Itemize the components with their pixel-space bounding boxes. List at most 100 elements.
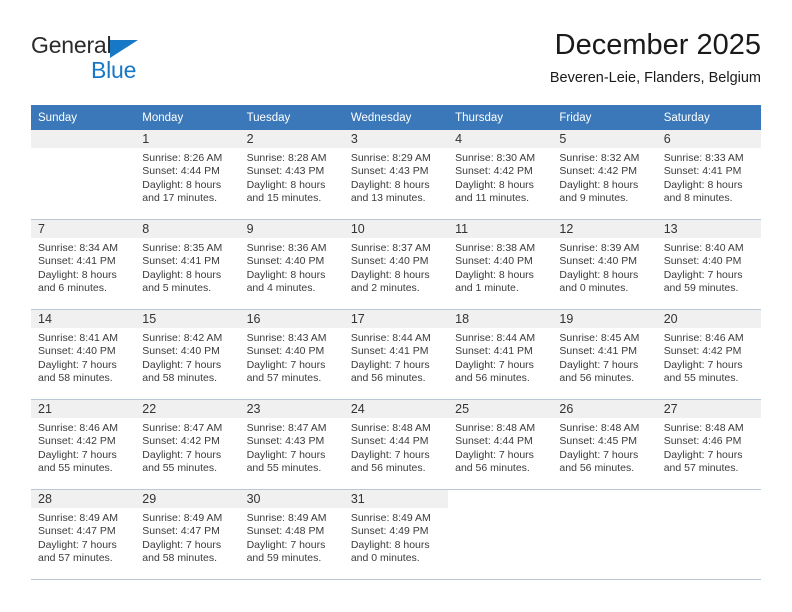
day-sun-info: Sunrise: 8:46 AM Sunset: 4:42 PM Daylight:… (657, 328, 761, 386)
daylight-duration-line2: and 58 minutes. (142, 552, 217, 565)
day-sun-info: Sunrise: 8:40 AM Sunset: 4:40 PM Daylight:… (657, 238, 761, 296)
sunset-time: Sunset: 4:41 PM (38, 255, 116, 268)
calendar-day-cell[interactable] (552, 489, 657, 580)
sunrise-time: Sunrise: 8:26 AM (142, 152, 223, 164)
calendar-day-cell[interactable]: 19 Sunrise: 8:45 AM Sunset: 4:41 PM Dayligh… (552, 309, 657, 400)
calendar-day-cell[interactable]: 18 Sunrise: 8:44 AM Sunset: 4:41 PM Dayligh… (448, 309, 553, 400)
calendar-day-cell[interactable]: 4 Sunrise: 8:30 AM Sunset: 4:42 PM Daylight… (448, 130, 553, 220)
calendar-day-cell[interactable] (656, 489, 761, 580)
calendar-day-cell[interactable]: 8 Sunrise: 8:35 AM Sunset: 4:41 PM Daylight… (135, 219, 240, 310)
calendar-day-cell[interactable]: 15 Sunrise: 8:42 AM Sunset: 4:40 PM Dayligh… (135, 309, 240, 400)
day-cell-inner: 28 Sunrise: 8:49 AM Sunset: 4:47 PM Dayligh… (31, 490, 136, 579)
daylight-duration-line2: and 56 minutes. (455, 372, 530, 385)
day-cell-inner: 1 Sunrise: 8:26 AM Sunset: 4:44 PM Daylight… (135, 130, 240, 219)
generalblue-logo[interactable]: General Blue (31, 28, 211, 86)
calendar-day-cell[interactable]: 26 Sunrise: 8:48 AM Sunset: 4:45 PM Dayligh… (552, 399, 657, 490)
daylight-duration-line1: Daylight: 7 hours (38, 538, 117, 551)
day-sun-info: Sunrise: 8:26 AM Sunset: 4:44 PM Daylight:… (135, 148, 239, 206)
daylight-duration-line2: and 57 minutes. (38, 552, 113, 565)
sunrise-time: Sunrise: 8:42 AM (142, 332, 223, 344)
day-sun-info: Sunrise: 8:45 AM Sunset: 4:41 PM Daylight:… (552, 328, 656, 386)
day-cell-inner: 31 Sunrise: 8:49 AM Sunset: 4:49 PM Dayligh… (343, 490, 449, 579)
calendar-day-cell[interactable]: 27 Sunrise: 8:48 AM Sunset: 4:46 PM Dayligh… (656, 399, 761, 490)
sunset-time: Sunset: 4:41 PM (142, 255, 220, 268)
calendar-day-cell[interactable]: 9 Sunrise: 8:36 AM Sunset: 4:40 PM Daylight… (239, 219, 344, 310)
daylight-duration-line1: Daylight: 7 hours (246, 448, 326, 461)
calendar-day-cell[interactable] (448, 489, 553, 580)
sunset-time: Sunset: 4:42 PM (38, 435, 116, 448)
day-sun-info: Sunrise: 8:44 AM Sunset: 4:41 PM Daylight:… (448, 328, 552, 386)
calendar-day-cell[interactable]: 22 Sunrise: 8:47 AM Sunset: 4:42 PM Dayligh… (135, 399, 240, 490)
calendar-day-cell[interactable]: 11 Sunrise: 8:38 AM Sunset: 4:40 PM Dayligh… (448, 219, 553, 310)
daylight-duration-line2: and 9 minutes. (559, 192, 629, 205)
calendar-day-cell[interactable]: 13 Sunrise: 8:40 AM Sunset: 4:40 PM Dayligh… (656, 219, 761, 310)
sunrise-time: Sunrise: 8:30 AM (455, 152, 536, 164)
page-header: General Blue December 2025 Beveren-Leie,… (31, 28, 761, 98)
page-title: December 2025 (554, 29, 761, 61)
day-number: 25 (448, 400, 553, 418)
calendar-day-cell[interactable]: 23 Sunrise: 8:47 AM Sunset: 4:43 PM Dayligh… (239, 399, 344, 490)
calendar-day-cell[interactable]: 21 Sunrise: 8:46 AM Sunset: 4:42 PM Dayligh… (31, 399, 136, 490)
daylight-duration-line1: Daylight: 8 hours (38, 268, 117, 281)
calendar-day-cell[interactable]: 25 Sunrise: 8:48 AM Sunset: 4:44 PM Dayligh… (448, 399, 553, 490)
calendar-grid: Sunday Monday Tuesday Wednesday Thursday… (31, 105, 761, 580)
calendar-day-cell[interactable]: 1 Sunrise: 8:26 AM Sunset: 4:44 PM Daylight… (135, 130, 240, 220)
daylight-duration-line1: Daylight: 8 hours (559, 268, 639, 281)
calendar-day-cell[interactable]: 16 Sunrise: 8:43 AM Sunset: 4:40 PM Dayligh… (239, 309, 344, 400)
weekday-header-wednesday: Wednesday (343, 105, 449, 130)
daylight-duration-line1: Daylight: 8 hours (246, 178, 326, 191)
day-sun-info: Sunrise: 8:48 AM Sunset: 4:45 PM Daylight:… (552, 418, 656, 476)
day-cell-inner: 10 Sunrise: 8:37 AM Sunset: 4:40 PM Dayligh… (343, 220, 449, 309)
day-cell-inner: 11 Sunrise: 8:38 AM Sunset: 4:40 PM Dayligh… (448, 220, 553, 309)
day-number: 19 (552, 310, 657, 328)
sunrise-time: Sunrise: 8:49 AM (350, 512, 431, 524)
sunrise-time: Sunrise: 8:33 AM (663, 152, 744, 164)
daylight-duration-line2: and 13 minutes. (350, 192, 426, 205)
calendar-day-cell[interactable]: 24 Sunrise: 8:48 AM Sunset: 4:44 PM Dayligh… (343, 399, 449, 490)
day-sun-info (448, 508, 552, 512)
day-sun-info: Sunrise: 8:38 AM Sunset: 4:40 PM Daylight:… (448, 238, 552, 296)
day-cell-inner: 27 Sunrise: 8:48 AM Sunset: 4:46 PM Dayligh… (656, 400, 761, 489)
sunrise-time: Sunrise: 8:48 AM (559, 422, 640, 434)
sunrise-time: Sunrise: 8:44 AM (455, 332, 536, 344)
calendar-day-cell[interactable]: 10 Sunrise: 8:37 AM Sunset: 4:40 PM Dayligh… (343, 219, 449, 310)
day-cell-inner: 20 Sunrise: 8:46 AM Sunset: 4:42 PM Dayligh… (656, 310, 761, 399)
daylight-duration-line1: Daylight: 7 hours (559, 448, 639, 461)
calendar-day-cell[interactable]: 28 Sunrise: 8:49 AM Sunset: 4:47 PM Dayligh… (31, 489, 136, 580)
calendar-body: 1 Sunrise: 8:26 AM Sunset: 4:44 PM Daylight… (31, 130, 761, 580)
day-sun-info: Sunrise: 8:48 AM Sunset: 4:44 PM Daylight:… (344, 418, 448, 476)
day-sun-info: Sunrise: 8:39 AM Sunset: 4:40 PM Daylight:… (552, 238, 656, 296)
calendar-day-cell[interactable]: 12 Sunrise: 8:39 AM Sunset: 4:40 PM Dayligh… (552, 219, 657, 310)
page-subtitle: Beveren-Leie, Flanders, Belgium (549, 70, 761, 86)
calendar-day-cell[interactable]: 7 Sunrise: 8:34 AM Sunset: 4:41 PM Daylight… (31, 219, 136, 310)
calendar-day-cell[interactable]: 20 Sunrise: 8:46 AM Sunset: 4:42 PM Dayligh… (656, 309, 761, 400)
day-sun-info: Sunrise: 8:37 AM Sunset: 4:40 PM Daylight:… (344, 238, 448, 296)
sunset-time: Sunset: 4:43 PM (246, 165, 325, 178)
calendar-day-cell[interactable]: 6 Sunrise: 8:33 AM Sunset: 4:41 PM Daylight… (656, 130, 761, 220)
calendar-day-cell[interactable]: 14 Sunrise: 8:41 AM Sunset: 4:40 PM Dayligh… (31, 309, 136, 400)
calendar-day-cell[interactable]: 30 Sunrise: 8:49 AM Sunset: 4:48 PM Dayligh… (239, 489, 344, 580)
sunset-time: Sunset: 4:40 PM (246, 345, 325, 358)
calendar-day-cell[interactable] (31, 130, 136, 220)
sunset-time: Sunset: 4:43 PM (350, 165, 429, 178)
sunset-time: Sunset: 4:41 PM (559, 345, 638, 358)
daylight-duration-line2: and 56 minutes. (559, 372, 635, 385)
sunrise-time: Sunrise: 8:44 AM (350, 332, 431, 344)
sunrise-time: Sunrise: 8:48 AM (663, 422, 744, 434)
day-cell-inner: 15 Sunrise: 8:42 AM Sunset: 4:40 PM Dayligh… (135, 310, 240, 399)
daylight-duration-line2: and 17 minutes. (142, 192, 217, 205)
calendar-day-cell[interactable]: 31 Sunrise: 8:49 AM Sunset: 4:49 PM Dayligh… (343, 489, 449, 580)
day-sun-info: Sunrise: 8:46 AM Sunset: 4:42 PM Daylight:… (31, 418, 135, 476)
calendar-week-row: 7 Sunrise: 8:34 AM Sunset: 4:41 PM Daylight… (31, 219, 761, 310)
calendar-week-row: 28 Sunrise: 8:49 AM Sunset: 4:47 PM Dayligh… (31, 489, 761, 580)
calendar-day-cell[interactable]: 2 Sunrise: 8:28 AM Sunset: 4:43 PM Daylight… (239, 130, 344, 220)
day-number: 16 (239, 310, 344, 328)
day-number: 8 (135, 220, 240, 238)
calendar-day-cell[interactable]: 3 Sunrise: 8:29 AM Sunset: 4:43 PM Daylight… (343, 130, 449, 220)
calendar-day-cell[interactable]: 5 Sunrise: 8:32 AM Sunset: 4:42 PM Daylight… (552, 130, 657, 220)
day-cell-inner (656, 490, 761, 579)
calendar-day-cell[interactable]: 29 Sunrise: 8:49 AM Sunset: 4:47 PM Dayligh… (135, 489, 240, 580)
day-number: 5 (552, 130, 657, 148)
weekday-header-monday: Monday (135, 105, 240, 130)
calendar-day-cell[interactable]: 17 Sunrise: 8:44 AM Sunset: 4:41 PM Dayligh… (343, 309, 449, 400)
